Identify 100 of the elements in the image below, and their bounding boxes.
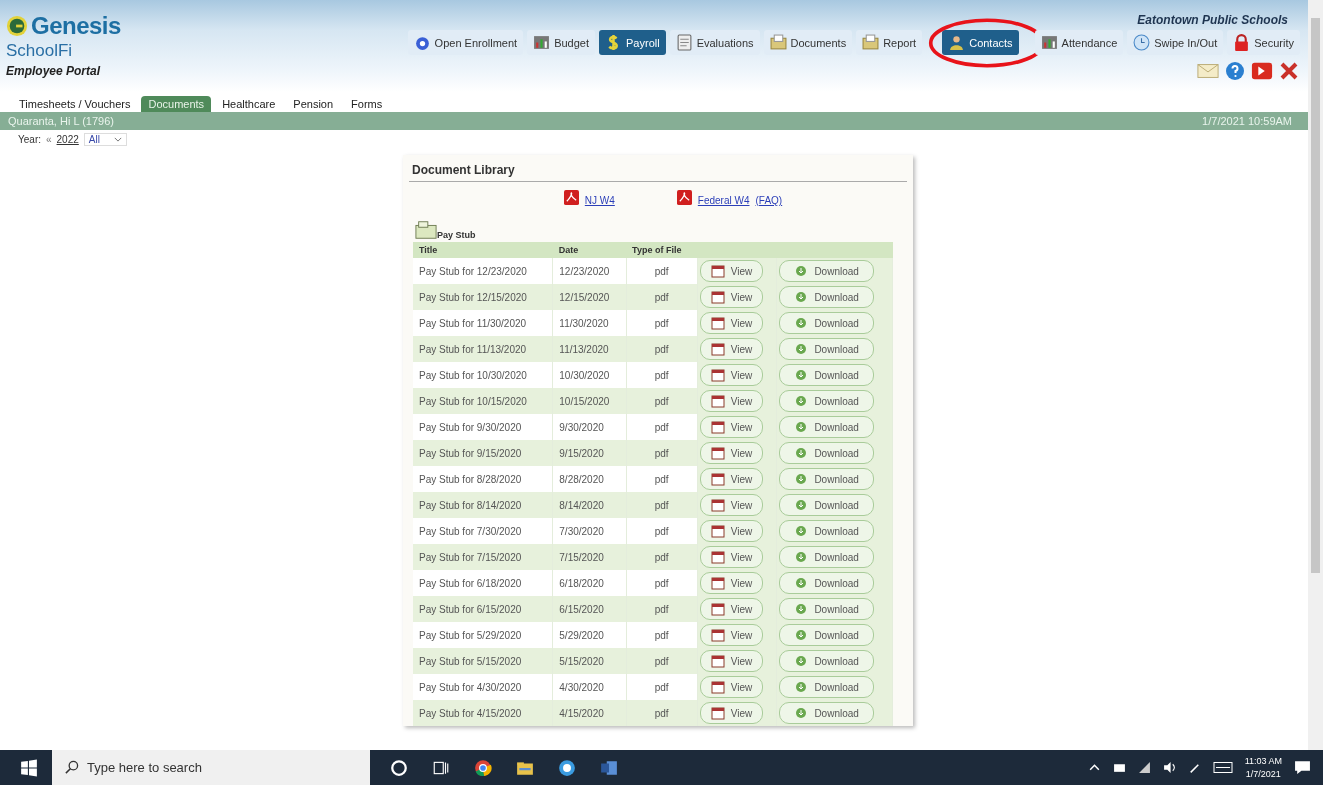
table-cell: Pay Stub for 7/15/2020 — [413, 544, 553, 570]
download-icon — [794, 628, 809, 642]
year-select[interactable]: All — [83, 133, 127, 146]
calendar-icon — [710, 316, 725, 330]
nav-tab[interactable]: Budget — [527, 30, 595, 55]
nav-tab[interactable]: Report — [856, 30, 923, 55]
view-button[interactable]: View — [699, 260, 764, 282]
previous-year-link[interactable]: « — [46, 134, 52, 145]
folder-icon — [862, 34, 880, 51]
view-button[interactable]: View — [699, 598, 764, 620]
download-button[interactable]: Download — [779, 286, 874, 308]
download-button[interactable]: Download — [779, 650, 874, 672]
download-button[interactable]: Download — [779, 468, 874, 490]
download-button[interactable]: Download — [779, 702, 874, 724]
view-button[interactable]: View — [699, 416, 764, 438]
table-cell: 6/15/2020 — [552, 596, 627, 622]
chart-icon — [533, 34, 551, 51]
nav-tab[interactable]: Contacts — [942, 30, 1019, 55]
nav-tab[interactable]: Security — [1227, 30, 1300, 55]
view-button[interactable]: View — [699, 572, 764, 594]
view-button[interactable]: View — [699, 442, 764, 464]
table-cell: 11/30/2020 — [552, 310, 627, 336]
nav-tab[interactable]: Payroll — [599, 30, 666, 55]
table-cell: Pay Stub for 7/30/2020 — [413, 518, 553, 544]
document-icon — [675, 34, 693, 51]
help-icon[interactable] — [1224, 61, 1246, 81]
sub-tab[interactable]: Healthcare — [215, 96, 283, 112]
calendar-icon — [710, 368, 725, 382]
network-icon[interactable] — [1137, 761, 1151, 774]
table-cell: pdf — [626, 700, 698, 726]
document-link[interactable]: NJ W4 — [584, 195, 615, 206]
cortana-icon[interactable] — [390, 758, 408, 777]
view-button[interactable]: View — [699, 286, 764, 308]
nav-tab[interactable]: Evaluations — [669, 30, 760, 55]
view-button[interactable]: View — [699, 676, 764, 698]
taskbar-clock[interactable]: 11:03 AM 1/7/2021 — [1244, 754, 1282, 781]
nav-tab[interactable]: Documents — [763, 30, 853, 55]
download-button[interactable]: Download — [779, 598, 874, 620]
download-button[interactable]: Download — [779, 338, 874, 360]
table-cell: pdf — [626, 570, 698, 596]
download-button[interactable]: Download — [779, 624, 874, 646]
table-cell: Pay Stub for 4/15/2020 — [413, 700, 553, 726]
nav-tab[interactable]: Open Enrollment — [407, 30, 524, 55]
download-button[interactable]: Download — [779, 416, 874, 438]
download-button[interactable]: Download — [779, 364, 874, 386]
nav-tab[interactable]: Swipe In/Out — [1127, 30, 1224, 55]
video-icon[interactable] — [1251, 61, 1273, 81]
table-cell: 10/15/2020 — [552, 388, 627, 414]
section-title: Pay Stub — [437, 230, 476, 240]
download-icon — [794, 706, 809, 720]
year-link[interactable]: 2022 — [56, 134, 79, 145]
download-icon — [794, 368, 809, 382]
document-link[interactable]: Federal W4 — [697, 195, 750, 206]
scrollbar[interactable] — [1308, 0, 1323, 750]
view-button[interactable]: View — [699, 468, 764, 490]
download-button[interactable]: Download — [779, 546, 874, 568]
download-button[interactable]: Download — [779, 520, 874, 542]
view-button[interactable]: View — [699, 338, 764, 360]
sub-tab[interactable]: Documents — [141, 96, 212, 112]
calendar-icon — [710, 498, 725, 512]
download-button[interactable]: Download — [779, 312, 874, 334]
view-button[interactable]: View — [699, 624, 764, 646]
download-button[interactable]: Download — [779, 390, 874, 412]
download-button[interactable]: Download — [779, 572, 874, 594]
table-cell: Pay Stub for 10/30/2020 — [413, 362, 553, 388]
taskbar-search-field[interactable]: Type here to search — [52, 750, 370, 785]
download-button[interactable]: Download — [779, 260, 874, 282]
table-cell: pdf — [626, 622, 698, 648]
table-cell: 5/15/2020 — [552, 648, 627, 674]
view-button[interactable]: View — [699, 312, 764, 334]
sub-tab[interactable]: Forms — [344, 96, 390, 112]
faq-link[interactable]: (FAQ) — [755, 195, 783, 206]
view-button[interactable]: View — [699, 650, 764, 672]
download-button[interactable]: Download — [779, 676, 874, 698]
notification-icon[interactable] — [1294, 759, 1311, 776]
windows-start-icon[interactable] — [20, 758, 38, 777]
app-icon[interactable] — [558, 758, 576, 777]
view-button[interactable]: View — [699, 520, 764, 542]
sub-tab[interactable]: Timesheets / Vouchers — [12, 96, 138, 112]
table-cell: pdf — [626, 544, 698, 570]
close-icon[interactable] — [1278, 61, 1300, 81]
nav-tab[interactable]: Attendance — [1034, 30, 1124, 55]
keyboard-icon[interactable] — [1212, 761, 1233, 774]
person-icon — [948, 34, 966, 51]
view-button[interactable]: View — [699, 390, 764, 412]
download-icon — [794, 446, 809, 460]
view-button[interactable]: View — [699, 494, 764, 516]
view-button[interactable]: View — [699, 364, 764, 386]
table-cell: Pay Stub for 12/23/2020 — [413, 258, 553, 284]
download-button[interactable]: Download — [779, 494, 874, 516]
sub-tab[interactable]: Pension — [286, 96, 341, 112]
view-button[interactable]: View — [699, 702, 764, 724]
download-button[interactable]: Download — [779, 442, 874, 464]
table-cell: pdf — [626, 440, 698, 466]
word-icon[interactable] — [600, 758, 618, 777]
chrome-icon[interactable] — [474, 758, 492, 777]
volume-icon[interactable] — [1162, 761, 1176, 774]
table-cell: pdf — [626, 284, 698, 310]
view-button[interactable]: View — [699, 546, 764, 568]
download-icon — [794, 394, 809, 408]
